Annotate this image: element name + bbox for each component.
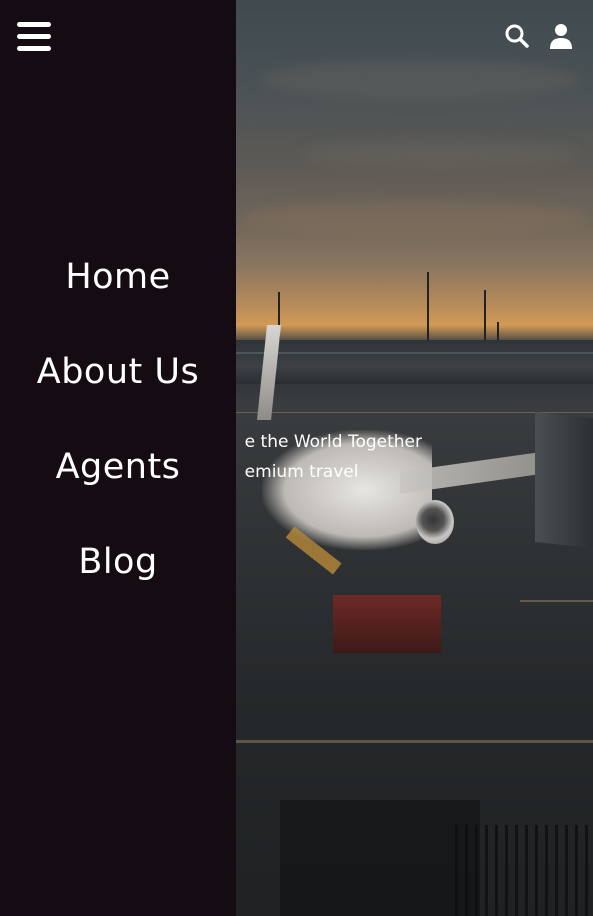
drawer-nav-list: Home About Us Agents Blog	[0, 250, 236, 630]
hero-tagline: e the World Together emium travel	[245, 427, 422, 487]
nav-item-agents: Agents	[0, 440, 236, 535]
nav-link-about-us[interactable]: About Us	[37, 345, 199, 400]
nav-link-blog[interactable]: Blog	[78, 535, 157, 590]
page: e the World Together emium travel Home A…	[0, 0, 593, 916]
nav-item-home: Home	[0, 250, 236, 345]
side-drawer: Home About Us Agents Blog	[0, 0, 236, 916]
nav-link-home[interactable]: Home	[65, 250, 170, 305]
hero-title-line: e the World Together	[244, 432, 422, 452]
search-icon[interactable]	[503, 22, 531, 50]
user-icon[interactable]	[547, 22, 575, 50]
hero-subtitle-line: emium travel	[244, 462, 359, 482]
nav-item-about-us: About Us	[0, 345, 236, 440]
nav-link-agents[interactable]: Agents	[56, 440, 181, 495]
header-actions	[503, 22, 575, 50]
hamburger-menu-icon[interactable]	[17, 22, 51, 52]
nav-item-blog: Blog	[0, 535, 236, 630]
